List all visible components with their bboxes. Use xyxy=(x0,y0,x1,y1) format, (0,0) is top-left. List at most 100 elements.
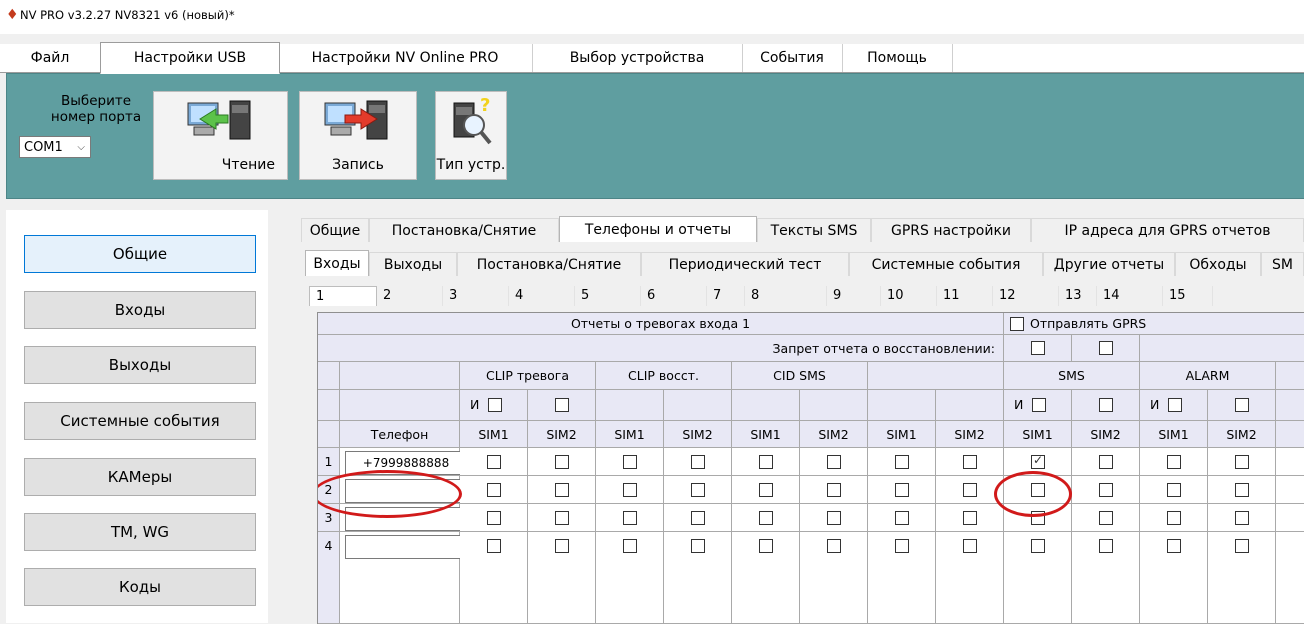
menu-tab-events[interactable]: События xyxy=(742,44,843,72)
report-checkbox[interactable] xyxy=(487,455,501,469)
report-checkbox[interactable] xyxy=(623,539,637,553)
report-checkbox[interactable] xyxy=(1235,455,1249,469)
phone-input[interactable] xyxy=(345,479,463,503)
tab-ip-addresses[interactable]: IP адреса для GPRS отчетов xyxy=(1031,218,1304,242)
nav-outputs-button[interactable]: Выходы xyxy=(24,346,256,384)
port-select[interactable]: COM1 ⌵ xyxy=(19,136,91,158)
report-checkbox[interactable] xyxy=(963,539,977,553)
report-checkbox[interactable] xyxy=(1167,539,1181,553)
and-sms-checkbox[interactable] xyxy=(1032,398,1046,412)
input-tab-2[interactable]: 2 xyxy=(377,286,443,306)
and-clip-alarm-checkbox[interactable] xyxy=(488,398,502,412)
report-checkbox[interactable] xyxy=(827,483,841,497)
device-type-button[interactable]: ? Тип устр. xyxy=(435,91,507,180)
report-checkbox[interactable] xyxy=(623,455,637,469)
send-gprs-checkbox[interactable] xyxy=(1010,317,1024,331)
report-checkbox[interactable] xyxy=(1099,455,1113,469)
input-tab-6[interactable]: 6 xyxy=(641,286,707,306)
report-checkbox[interactable] xyxy=(1235,539,1249,553)
tab-sms-texts[interactable]: Тексты SMS xyxy=(757,218,871,242)
report-checkbox[interactable] xyxy=(759,511,773,525)
subtab-outputs[interactable]: Выходы xyxy=(369,252,457,276)
report-checkbox[interactable] xyxy=(555,511,569,525)
and-alarm-checkbox[interactable] xyxy=(1168,398,1182,412)
report-checkbox[interactable] xyxy=(895,483,909,497)
input-tab-11[interactable]: 11 xyxy=(937,286,993,306)
report-checkbox[interactable] xyxy=(1167,483,1181,497)
nav-general-button[interactable]: Общие xyxy=(24,235,256,273)
input-tab-9[interactable]: 9 xyxy=(827,286,881,306)
and-row-checkbox[interactable] xyxy=(1099,398,1113,412)
report-checkbox[interactable] xyxy=(1099,511,1113,525)
and-row-checkbox[interactable] xyxy=(1235,398,1249,412)
report-checkbox[interactable] xyxy=(1099,483,1113,497)
subtab-arm-disarm[interactable]: Постановка/Снятие xyxy=(457,252,641,276)
report-checkbox[interactable] xyxy=(1167,455,1181,469)
input-tab-13[interactable]: 13 xyxy=(1059,286,1097,306)
report-checkbox[interactable] xyxy=(963,511,977,525)
report-checkbox[interactable] xyxy=(895,539,909,553)
report-checkbox[interactable] xyxy=(555,483,569,497)
report-checkbox[interactable] xyxy=(759,483,773,497)
subtab-inputs[interactable]: Входы xyxy=(305,250,369,276)
report-checkbox[interactable] xyxy=(1235,511,1249,525)
restore-ban-sms-sim1-checkbox[interactable] xyxy=(1031,341,1045,355)
report-checkbox[interactable] xyxy=(827,455,841,469)
read-button[interactable]: Чтение xyxy=(153,91,288,180)
menu-tab-file[interactable]: Файл xyxy=(0,44,101,72)
phone-input[interactable] xyxy=(345,507,463,531)
menu-tab-usb-settings[interactable]: Настройки USB xyxy=(100,42,280,74)
input-tab-4[interactable]: 4 xyxy=(509,286,575,306)
input-tab-7[interactable]: 7 xyxy=(707,286,745,306)
nav-inputs-button[interactable]: Входы xyxy=(24,291,256,329)
subtab-other-reports[interactable]: Другие отчеты xyxy=(1043,252,1175,276)
report-checkbox[interactable] xyxy=(691,455,705,469)
menu-tab-help[interactable]: Помощь xyxy=(842,44,953,72)
report-checkbox[interactable] xyxy=(487,483,501,497)
nav-codes-button[interactable]: Коды xyxy=(24,568,256,606)
menu-tab-nv-online-settings[interactable]: Настройки NV Online PRO xyxy=(278,44,533,72)
report-checkbox[interactable] xyxy=(1031,511,1045,525)
tab-gprs-settings[interactable]: GPRS настройки xyxy=(871,218,1031,242)
report-checkbox[interactable] xyxy=(963,455,977,469)
report-checkbox[interactable] xyxy=(1167,511,1181,525)
input-tab-3[interactable]: 3 xyxy=(443,286,509,306)
report-checkbox[interactable] xyxy=(895,455,909,469)
report-checkbox[interactable] xyxy=(487,511,501,525)
report-checkbox[interactable] xyxy=(1031,453,1045,469)
nav-tm-wg-button[interactable]: TM, WG xyxy=(24,513,256,551)
input-tab-10[interactable]: 10 xyxy=(881,286,937,306)
report-checkbox[interactable] xyxy=(759,455,773,469)
input-tab-12[interactable]: 12 xyxy=(993,286,1059,306)
report-checkbox[interactable] xyxy=(963,483,977,497)
report-checkbox[interactable] xyxy=(895,511,909,525)
report-checkbox[interactable] xyxy=(555,455,569,469)
report-checkbox[interactable] xyxy=(827,539,841,553)
input-tab-14[interactable]: 14 xyxy=(1097,286,1163,306)
and-row-checkbox[interactable] xyxy=(555,398,569,412)
report-checkbox[interactable] xyxy=(1235,483,1249,497)
report-checkbox[interactable] xyxy=(691,511,705,525)
restore-ban-sms-sim2-checkbox[interactable] xyxy=(1099,341,1113,355)
tab-phones-reports[interactable]: Телефоны и отчеты xyxy=(559,216,757,242)
report-checkbox[interactable] xyxy=(691,483,705,497)
report-checkbox[interactable] xyxy=(759,539,773,553)
nav-cameras-button[interactable]: КАМеры xyxy=(24,458,256,496)
write-button[interactable]: Запись xyxy=(299,91,417,180)
phone-input[interactable]: +7999888888 xyxy=(345,451,463,475)
report-checkbox[interactable] xyxy=(555,539,569,553)
report-checkbox[interactable] xyxy=(623,483,637,497)
subtab-system-events[interactable]: Системные события xyxy=(849,252,1043,276)
input-tab-1[interactable]: 1 xyxy=(309,286,377,306)
report-checkbox[interactable] xyxy=(623,511,637,525)
nav-system-events-button[interactable]: Системные события xyxy=(24,402,256,440)
report-checkbox[interactable] xyxy=(827,511,841,525)
input-tab-8[interactable]: 8 xyxy=(745,286,827,306)
input-tab-15[interactable]: 15 xyxy=(1163,286,1213,306)
menu-tab-device-select[interactable]: Выбор устройства xyxy=(532,44,743,72)
report-checkbox[interactable] xyxy=(691,539,705,553)
phone-input[interactable] xyxy=(345,535,463,559)
report-checkbox[interactable] xyxy=(487,539,501,553)
report-checkbox[interactable] xyxy=(1031,483,1045,497)
input-tab-5[interactable]: 5 xyxy=(575,286,641,306)
